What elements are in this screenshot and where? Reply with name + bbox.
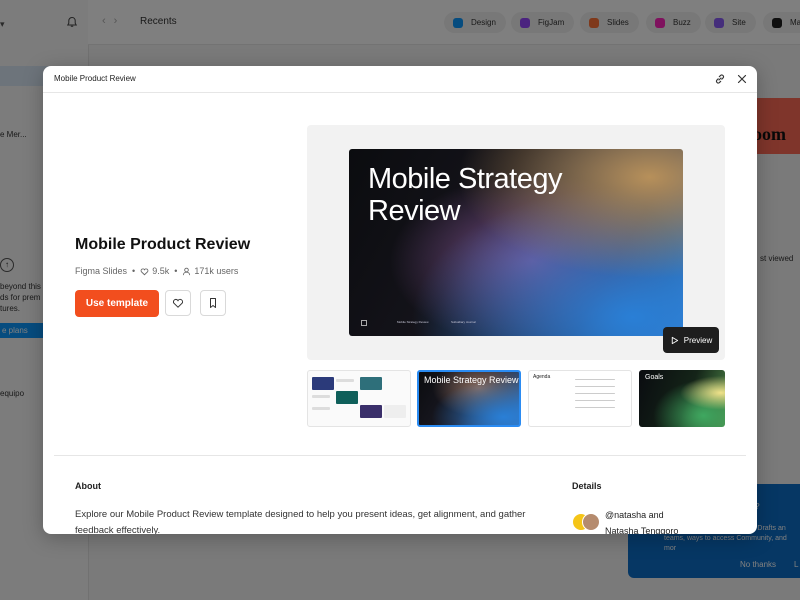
about-heading: About [75,481,101,491]
template-meta: Figma Slides • 9.5k • 171k users [75,266,239,276]
thumbnail-3-title: Agenda [533,374,551,380]
template-product: Figma Slides [75,266,128,276]
bookmark-button[interactable] [200,290,226,316]
avatar [582,513,600,531]
thumbnail-3[interactable]: Agenda [528,370,632,427]
details-heading: Details [572,481,602,491]
preview-slide: Mobile Strategy Review Mobile Strategy R… [349,149,683,336]
modal-header-title: Mobile Product Review [54,74,136,83]
modal-header: Mobile Product Review [43,66,757,93]
creator-avatars[interactable] [572,513,600,531]
preview-label: Preview [683,335,713,345]
template-users: 171k users [194,266,239,276]
user-icon [183,267,191,275]
heart-icon [172,298,184,308]
thumbnail-1[interactable] [307,370,411,427]
slide-title: Mobile Strategy Review [368,163,563,227]
link-icon[interactable] [713,72,727,86]
thumbnail-4-title: Goals [645,374,664,381]
thumbnail-2-title: Mobile Strategy Review [424,375,519,385]
preview-button[interactable]: Preview [663,327,719,353]
like-button[interactable] [165,290,191,316]
slide-logo-icon [361,320,367,326]
template-preview: Mobile Strategy Review Mobile Strategy R… [307,125,725,360]
creator-names[interactable]: @natasha and Natasha Tenggoro [605,507,678,534]
slide-footer-right: Subsidiary Journal [451,320,476,324]
creator-line-2: Natasha Tenggoro [605,526,679,534]
template-modal: Mobile Product Review Mobile Product Rev… [43,66,757,534]
slide-footer-center: Mobile Strategy Review [397,320,429,324]
use-template-button[interactable]: Use template [75,290,159,317]
thumbnail-4[interactable]: Goals [639,370,725,427]
about-description: Explore our Mobile Product Review templa… [75,509,526,534]
heart-icon [140,267,149,275]
thumbnail-2[interactable]: Mobile Strategy Review [417,370,521,427]
divider [54,455,746,456]
template-likes: 9.5k [152,266,170,276]
play-icon [671,336,678,344]
bookmark-icon [210,298,216,308]
template-title: Mobile Product Review [75,236,251,253]
creator-line-1: @natasha and [605,510,664,520]
close-icon[interactable] [735,72,749,86]
